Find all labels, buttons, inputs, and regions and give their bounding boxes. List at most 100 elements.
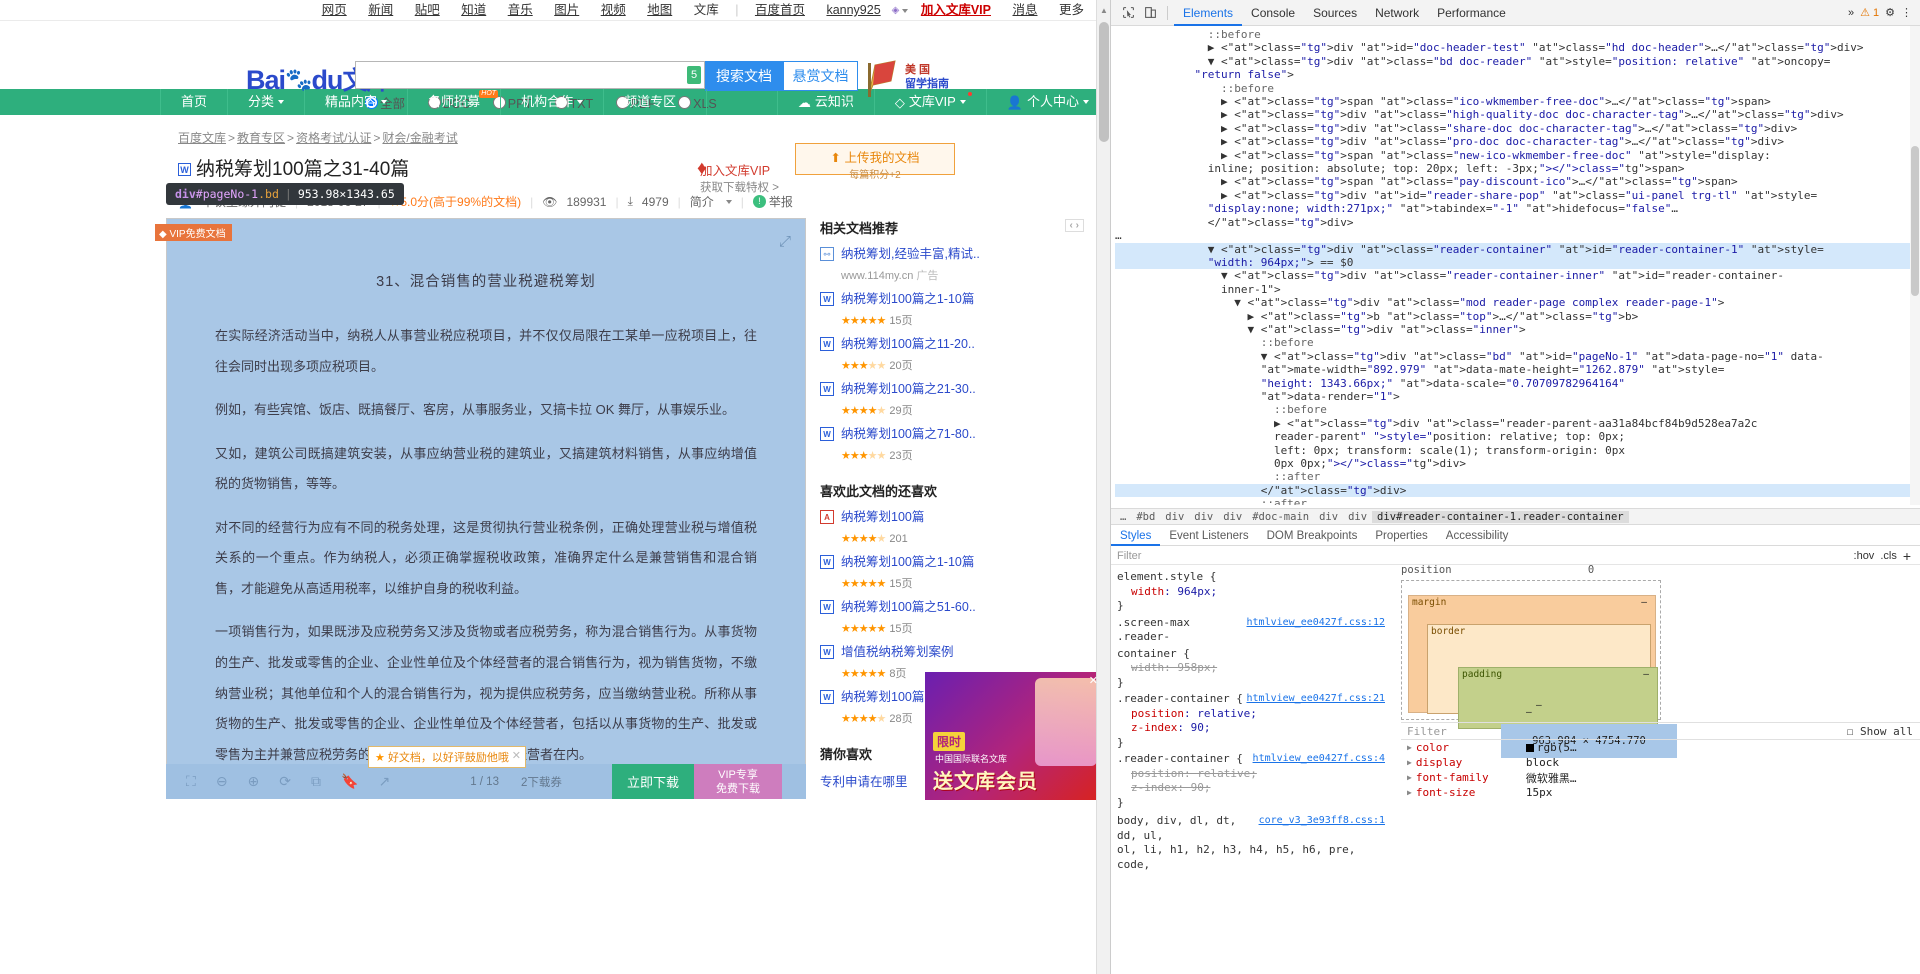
list-item[interactable]: W 增值税纳税筹划案例 — [820, 643, 1090, 662]
topnav-link-1[interactable]: 新闻 — [368, 3, 393, 17]
hov-toggle[interactable]: :hov — [1854, 550, 1875, 562]
scroll-up-icon[interactable]: ▲ — [1100, 6, 1108, 15]
likes-title-0[interactable]: 纳税筹划100篇 — [841, 508, 924, 527]
dom-tree-line[interactable]: "height: 1343.66px;" "at">data-scale="0.… — [1115, 377, 1920, 390]
dom-tree-line[interactable]: ▶ <"at">class="tg">b "at">class="top">…<… — [1115, 310, 1920, 323]
dom-tree-line[interactable]: ▶ <"at">class="tg">div "at">id="doc-head… — [1115, 41, 1920, 54]
styles-pane[interactable]: element.style {width: 964px;} htmlview_ee… — [1111, 566, 1391, 974]
list-item[interactable]: ⚯ 纳税筹划,经验丰富,精试.. — [820, 245, 1090, 264]
subtab-styles[interactable]: Styles — [1111, 526, 1161, 546]
topnav-link-3[interactable]: 知道 — [461, 3, 486, 17]
topnav-link-5[interactable]: 图片 — [554, 3, 579, 17]
style-rule[interactable]: htmlview_ee0427f.css:4 .reader-container … — [1117, 752, 1391, 810]
style-declaration[interactable]: width: 958px; — [1117, 661, 1391, 676]
zoom-out-icon[interactable]: ⊖ — [216, 773, 228, 790]
join-vip-block[interactable]: 加入文库VIP 获取下载特权 > — [700, 160, 779, 195]
likes-title-2[interactable]: 纳税筹划100篇之51-60.. — [841, 598, 976, 617]
chevron-right-icon[interactable]: ▶ — [1407, 788, 1412, 797]
style-source-link[interactable]: core_v3_3e93ff8.css:1 — [1259, 814, 1385, 829]
dom-tree-line[interactable]: ::before — [1115, 28, 1920, 41]
page-scrollbar[interactable]: ▲ — [1096, 0, 1110, 974]
search-docs-button[interactable]: 搜索文档 — [705, 61, 783, 91]
nav-item-cloud-knowledge[interactable]: ☁ 云知识 — [778, 89, 875, 115]
style-rule[interactable]: container {width: 958px;} — [1117, 647, 1391, 691]
warning-badge[interactable]: ⚠ 1 — [1860, 6, 1879, 19]
breadcrumb-node[interactable]: div — [1314, 511, 1343, 523]
fullscreen-icon[interactable]: ⛶ — [186, 773, 196, 790]
dom-tree-line[interactable]: ▶ <"at">class="tg">span "at">class="pay-… — [1115, 175, 1920, 188]
rotate-icon[interactable]: ⟳ — [279, 773, 291, 790]
list-item[interactable]: W 纳税筹划100篇之21-30.. — [820, 380, 1090, 399]
dom-tree-line[interactable]: "display:none; width:271px;" "at">tabind… — [1115, 202, 1920, 215]
dom-tree-line[interactable]: ▼ <"at">class="tg">div "at">class="bd do… — [1115, 55, 1920, 68]
style-declaration[interactable]: position: relative; — [1117, 767, 1391, 782]
style-rule[interactable]: htmlview_ee0427f.css:21 .reader-container… — [1117, 692, 1391, 750]
list-item[interactable]: A 纳税筹划100篇 — [820, 508, 1090, 527]
style-source-link[interactable]: htmlview_ee0427f.css:4 — [1253, 752, 1385, 767]
tab-sources[interactable]: Sources — [1304, 0, 1366, 26]
style-rule[interactable]: htmlview_ee0427f.css:12 .screen-max .read… — [1117, 616, 1391, 645]
computed-property-row[interactable]: ▶ display block — [1401, 755, 1920, 770]
related-title-3[interactable]: 纳税筹划100篇之21-30.. — [841, 380, 976, 399]
computed-filter-placeholder[interactable]: Filter — [1407, 725, 1447, 738]
dom-tree-line[interactable]: ::after — [1115, 497, 1920, 505]
style-declaration[interactable]: width: 964px; — [1117, 585, 1391, 600]
dom-tree-line[interactable]: ▼ <"at">class="tg">div "at">class="reade… — [1115, 242, 1920, 256]
cls-toggle[interactable]: .cls — [1880, 550, 1897, 562]
meta-report[interactable]: 举报 — [769, 193, 793, 210]
carousel-arrows[interactable]: ‹ › — [1064, 219, 1084, 232]
topnav-more[interactable]: 更多 — [1059, 3, 1084, 17]
dom-tree-line[interactable]: ▶ <"at">class="tg">div "at">id="reader-s… — [1115, 189, 1920, 202]
breadcrumb-node[interactable]: #doc-main — [1247, 511, 1314, 523]
bounty-docs-button[interactable]: 悬赏文档 — [783, 61, 858, 91]
dom-tree-scrollbar[interactable] — [1910, 26, 1920, 505]
chevron-down-icon[interactable] — [902, 8, 909, 13]
topnav-link-7[interactable]: 地图 — [647, 3, 672, 17]
dom-tree-line[interactable]: ▶ <"at">class="tg">span "at">class="ico-… — [1115, 95, 1920, 108]
document-reader[interactable]: ⤢ 31、混合销售的营业税避税筹划 在实际经济活动当中，纳税人从事营业税应税项目… — [166, 218, 806, 774]
dom-tree-line[interactable]: </"at">class="tg">div> — [1115, 216, 1920, 229]
nav-item-home[interactable]: 首页 — [160, 89, 229, 115]
topnav-baidu-home[interactable]: 百度首页 — [755, 3, 805, 17]
device-toolbar-icon[interactable] — [1139, 3, 1161, 23]
dom-tree-line[interactable]: ::after — [1115, 470, 1920, 483]
dom-tree-line[interactable]: inline; position: absolute; top: 20px; l… — [1115, 162, 1920, 175]
subtab-properties[interactable]: Properties — [1366, 530, 1436, 542]
bookmark-icon[interactable]: 🔖 — [341, 773, 358, 790]
topnav-link-2[interactable]: 贴吧 — [415, 3, 440, 17]
dom-tree-line[interactable]: ▼ <"at">class="tg">div "at">class="bd" "… — [1115, 350, 1920, 363]
scrollbar-thumb[interactable] — [1099, 22, 1109, 142]
styles-filter-placeholder[interactable]: Filter — [1117, 550, 1141, 562]
nav-item-personal-center[interactable]: 👤 个人中心 — [987, 89, 1110, 115]
nav-item-channels[interactable]: 频道专区 — [604, 89, 708, 115]
copy-icon[interactable]: ⧉ — [311, 773, 321, 790]
scrollbar-thumb[interactable] — [1911, 146, 1919, 296]
style-source-link[interactable]: htmlview_ee0427f.css:21 — [1247, 692, 1385, 707]
dom-tree-line[interactable]: ▼ <"at">class="tg">div "at">class="mod r… — [1115, 296, 1920, 309]
topnav-link-0[interactable]: 网页 — [322, 3, 347, 17]
related-title-4[interactable]: 纳税筹划100篇之71-80.. — [841, 425, 976, 444]
nav-item-wenku-vip[interactable]: ◇ 文库VIP — [875, 89, 987, 115]
dom-tree-line[interactable]: ▶ <"at">class="tg">div "at">class="share… — [1115, 122, 1920, 135]
related-title-0[interactable]: 纳税筹划,经验丰富,精试.. — [841, 245, 980, 264]
tab-console[interactable]: Console — [1242, 0, 1304, 26]
breadcrumb-item-2[interactable]: 资格考试/认证 — [296, 131, 371, 145]
chevron-right-icon[interactable]: ▶ — [1407, 773, 1412, 782]
share-icon[interactable]: ↗ — [378, 773, 390, 790]
breadcrumb-node[interactable]: div — [1160, 511, 1189, 523]
computed-property-row[interactable]: ▶ font-size 15px — [1401, 785, 1920, 800]
subtab-event-listeners[interactable]: Event Listeners — [1160, 530, 1257, 542]
computed-property-row[interactable]: ▶ color rgb(5… — [1401, 740, 1920, 755]
nav-item-recruit[interactable]: 名师招募 HOT — [408, 89, 502, 115]
dom-tree-line[interactable]: "at">data-render="1"> — [1115, 390, 1920, 403]
breadcrumb-item-3[interactable]: 财会/金融考试 — [382, 131, 457, 145]
more-tabs-icon[interactable]: » — [1848, 7, 1854, 19]
nav-item-premium[interactable]: 精品内容 — [305, 89, 409, 115]
vip-free-download-button[interactable]: VIP专享 免费下载 — [694, 764, 782, 799]
tab-network[interactable]: Network — [1366, 0, 1428, 26]
search-input[interactable] — [356, 62, 676, 88]
list-item[interactable]: W 纳税筹划100篇之1-10篇 — [820, 553, 1090, 572]
related-title-2[interactable]: 纳税筹划100篇之11-20.. — [841, 335, 975, 354]
dom-tree-line[interactable]: ▼ <"at">class="tg">div "at">class="inner… — [1115, 323, 1920, 336]
download-now-button[interactable]: 立即下载 — [612, 764, 694, 799]
